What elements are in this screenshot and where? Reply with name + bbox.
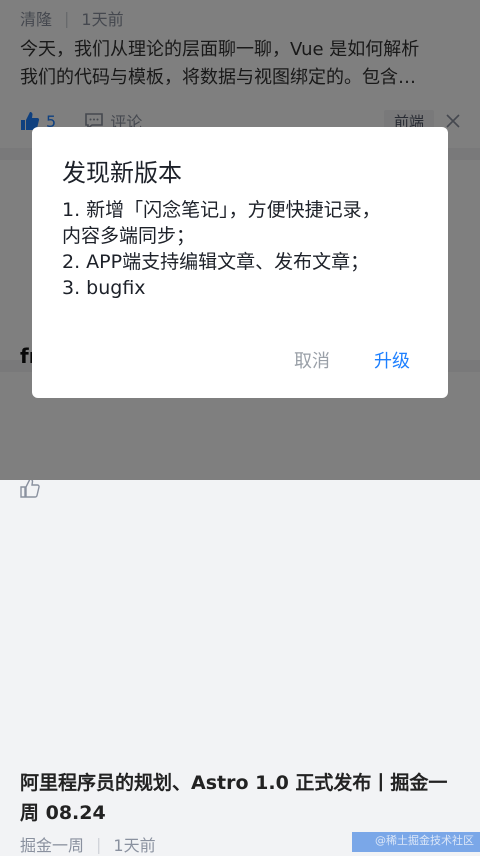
changelog-line: 1. 新增「闪念笔记」，方便快捷记录， bbox=[62, 199, 381, 221]
changelog-line: 3. bugfix bbox=[62, 277, 146, 299]
changelog-line: 内容多端同步； bbox=[62, 225, 196, 247]
dialog-body: 1. 新增「闪念笔记」，方便快捷记录， 内容多端同步； 2. APP端支持编辑文… bbox=[62, 197, 432, 301]
watermark: @稀土掘金技术社区 bbox=[375, 834, 474, 847]
post-time: 1天前 bbox=[113, 836, 156, 855]
article-thumbnail[interactable]: @稀土掘金技术社区 bbox=[352, 832, 480, 852]
meta-divider: | bbox=[96, 834, 102, 854]
article-meta: 掘金一周 | 1天前 bbox=[20, 832, 156, 856]
upgrade-button[interactable]: 升级 bbox=[374, 347, 410, 373]
thumbs-up-icon[interactable] bbox=[20, 478, 40, 498]
changelog-line: 2. APP端支持编辑文章、发布文章； bbox=[62, 251, 370, 273]
dialog-title: 发现新版本 bbox=[62, 159, 182, 187]
article-title[interactable]: 阿里程序员的规划、Astro 1.0 正式发布丨掘金一周 08.24 bbox=[20, 768, 460, 828]
cancel-button[interactable]: 取消 bbox=[294, 347, 330, 373]
update-dialog: 发现新版本 1. 新增「闪念笔记」，方便快捷记录， 内容多端同步； 2. APP… bbox=[32, 127, 448, 398]
author-name[interactable]: 掘金一周 bbox=[20, 832, 84, 856]
